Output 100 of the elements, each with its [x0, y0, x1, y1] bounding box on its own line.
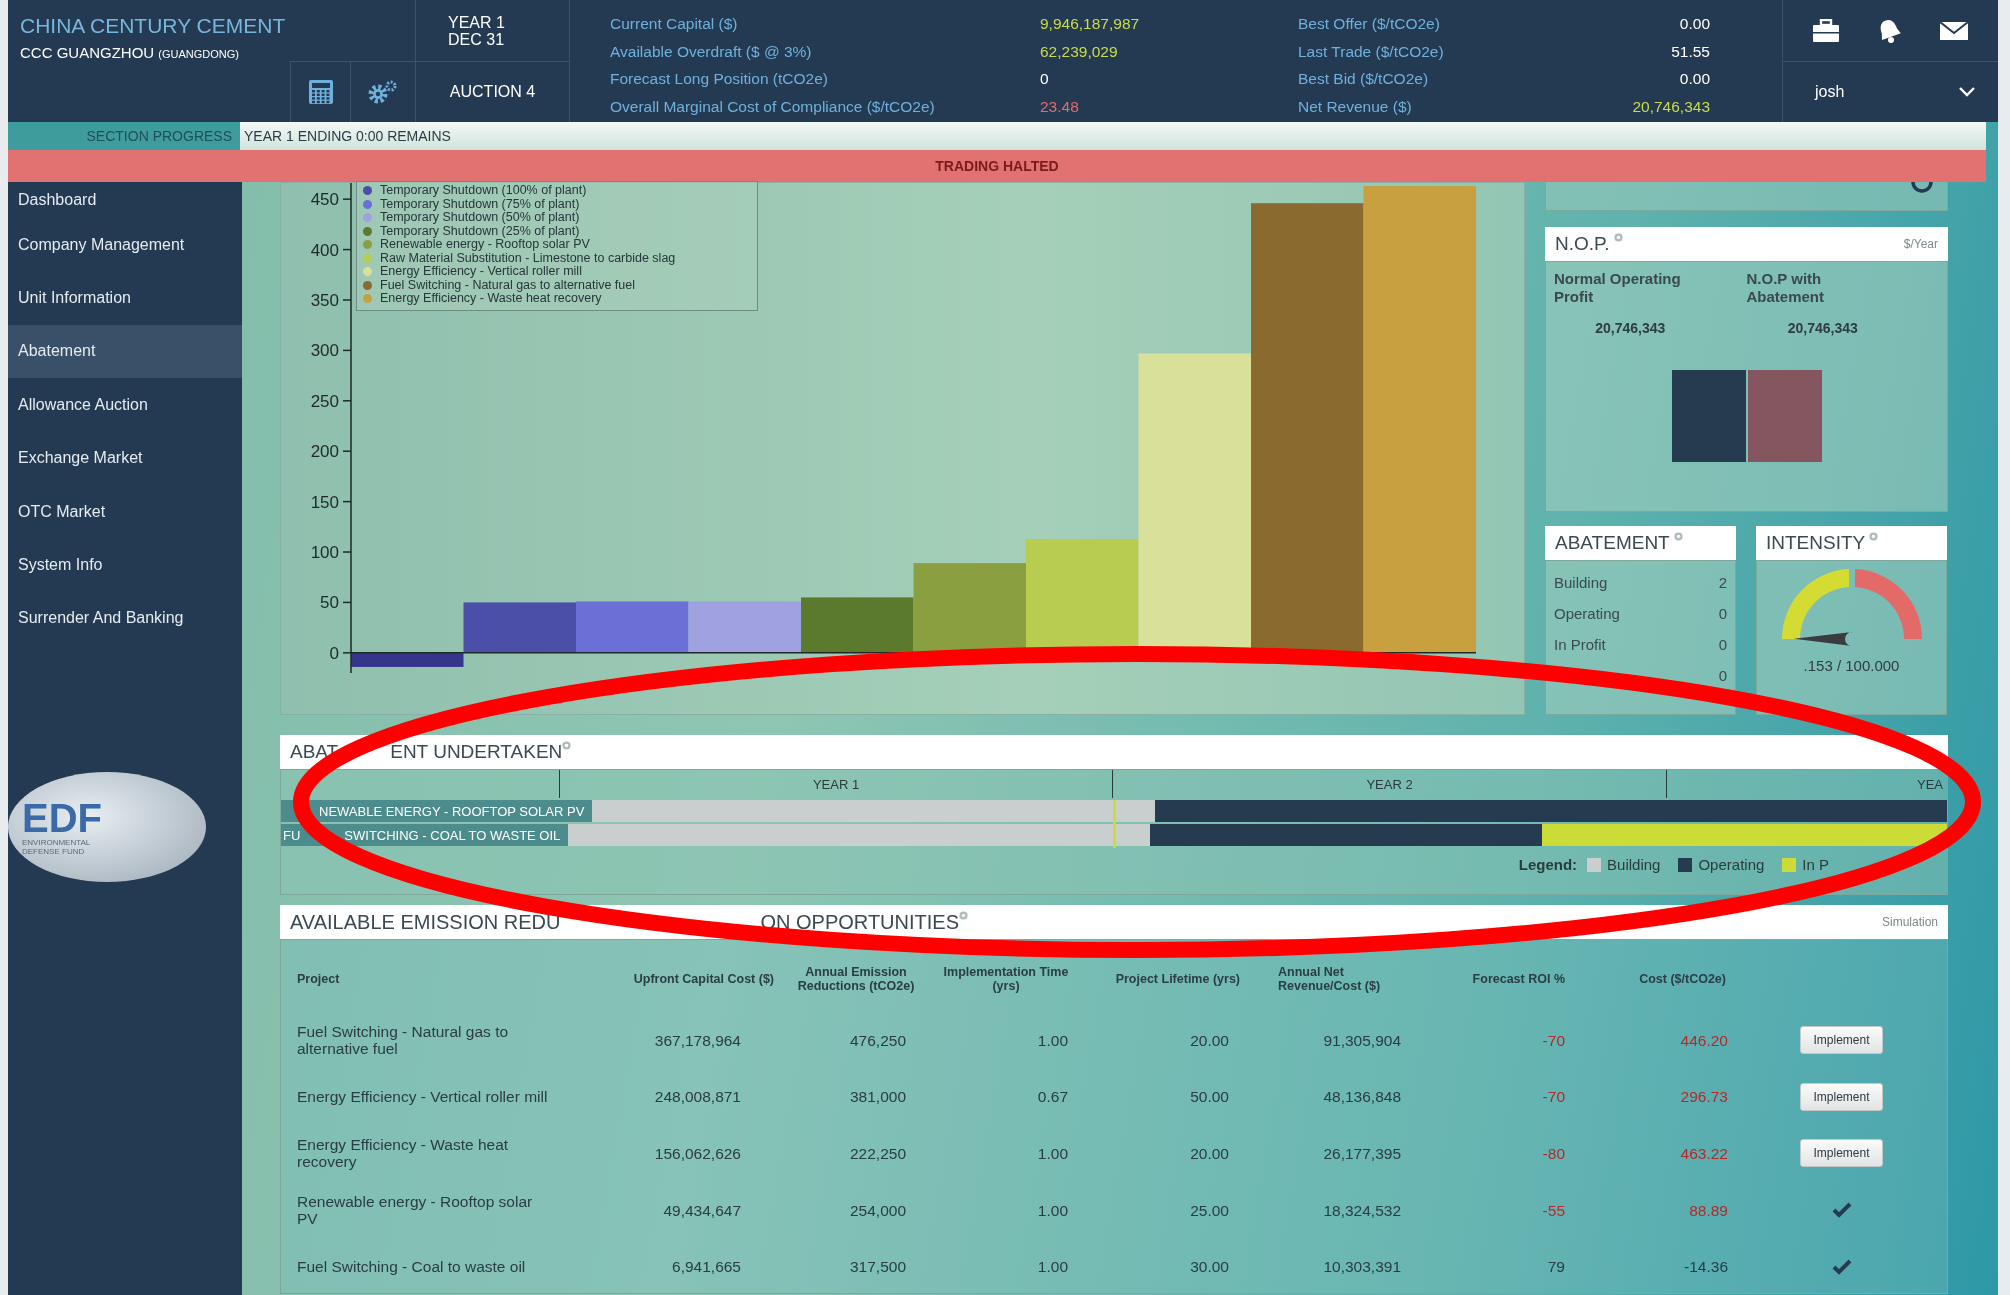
- logo-text: EDF: [22, 798, 103, 838]
- table-cell: 367,178,964: [654, 1031, 741, 1049]
- table-cell: 1.00: [1037, 1031, 1068, 1049]
- table-cell: 381,000: [849, 1088, 906, 1106]
- stat-value: 51.55: [1671, 41, 1710, 62]
- legend-label: Energy Efficiency - Vertical roller mill: [380, 265, 582, 279]
- axis-tick-label: 350: [310, 291, 339, 310]
- implement-button[interactable]: Implement: [1800, 1139, 1883, 1168]
- current-time-marker: [1113, 800, 1116, 848]
- stat-label: Net Revenue ($): [1298, 96, 1412, 117]
- table-cell: 20.00: [1190, 1145, 1229, 1162]
- table-cell: -70: [1542, 1031, 1565, 1049]
- table-cell: 317,500: [849, 1258, 906, 1276]
- status-label: Building: [1554, 574, 1608, 591]
- table-cell: Fuel Switching - Coal to waste oil: [297, 1258, 526, 1276]
- column-header: Forecast ROI %: [1472, 972, 1565, 986]
- table-cell-text: Energy Efficiency - Waste heat recovery: [297, 1136, 510, 1171]
- legend-label: Raw Material Substitution - Limestone to carbide slag: [380, 251, 676, 265]
- label-fragment: NEWABLE ENERGY - ROOFTOP SOLAR PV: [319, 803, 585, 819]
- info-icon: [959, 911, 968, 920]
- sidebar-item[interactable]: System Info: [8, 538, 242, 592]
- table-cell: 50.00: [1190, 1088, 1229, 1106]
- sidebar-item[interactable]: Unit Information: [8, 271, 242, 325]
- unit-label: $/Year: [1903, 236, 1938, 251]
- date-label: DEC 31: [448, 31, 505, 48]
- mail-icon[interactable]: [1939, 19, 1970, 42]
- axis-tick-label: 150: [310, 492, 339, 512]
- sidebar-item[interactable]: Allowance Auction: [8, 378, 242, 432]
- table-cell: Energy Efficiency - Vertical roller mill: [297, 1088, 548, 1106]
- sidebar-item[interactable]: Surrender And Banking: [8, 591, 242, 646]
- stat-value: 62,239,029: [1040, 41, 1119, 62]
- column-header: Project: [297, 972, 340, 986]
- column-header: Implementation Time (yrs): [942, 965, 1070, 993]
- table-cell: 1.00: [1037, 1258, 1068, 1276]
- section-progress-label: SECTION PROGRESS: [8, 122, 240, 150]
- ring-icon: [1911, 182, 1933, 196]
- stat-value: 20,746,343: [1632, 96, 1710, 117]
- column-header: Cost ($/tCO2e): [1639, 972, 1726, 986]
- axis-tick-label: 300: [310, 341, 339, 361]
- info-icon: [1613, 232, 1623, 242]
- table-cell: 156,062,626: [654, 1145, 741, 1162]
- profit-value: 20,746,343: [1594, 319, 1667, 336]
- mode-label: Simulation: [1881, 915, 1938, 929]
- status-label: Operating: [1554, 605, 1620, 622]
- site-name: CCC GUANGZHOU (GUANGDONG): [20, 44, 240, 61]
- legend-label: Temporary Shutdown (75% of plant): [380, 197, 580, 211]
- briefcase-icon[interactable]: [1811, 18, 1840, 43]
- table-cell: 222,250: [849, 1145, 906, 1162]
- sidebar-item[interactable]: Dashboard: [8, 182, 242, 218]
- table-cell: 48,136,848: [1323, 1088, 1401, 1106]
- year-heading: YEAR 1: [812, 776, 860, 792]
- sidebar-item[interactable]: Company Management: [8, 218, 242, 272]
- table-cell: 91,305,904: [1323, 1031, 1401, 1049]
- table-cell: 248,008,871: [654, 1088, 741, 1106]
- table-cell: -55: [1542, 1201, 1565, 1219]
- legend-label: Energy Efficiency - Waste heat recovery: [380, 292, 602, 306]
- legend-label: Building: [1607, 856, 1661, 873]
- implement-button[interactable]: Implement: [1800, 1026, 1883, 1055]
- table-cell: 30.00: [1190, 1258, 1229, 1276]
- calculator-icon[interactable]: [307, 79, 334, 105]
- info-icon: [1673, 532, 1683, 541]
- table-cell: 463.22: [1680, 1145, 1728, 1162]
- sidebar-item[interactable]: Abatement: [8, 324, 242, 379]
- sidebar-item[interactable]: OTC Market: [8, 484, 242, 539]
- stat-value: 23.48: [1040, 96, 1080, 117]
- legend-swatch: [1678, 857, 1693, 872]
- chevron-down-icon[interactable]: [1958, 86, 1976, 98]
- status-count: 0: [1718, 667, 1727, 684]
- legend-label: Temporary Shutdown (50% of plant): [380, 211, 580, 225]
- panel-title: ABATEMENT: [1555, 532, 1670, 554]
- label-fragment: SWITCHING - COAL TO WASTE OIL: [344, 827, 561, 843]
- stat-label: Best Offer ($/tCO2e): [1298, 14, 1440, 34]
- year-heading: YEAR 2: [1366, 776, 1413, 792]
- user-name[interactable]: josh: [1815, 83, 1845, 101]
- legend-label: In P: [1802, 856, 1829, 873]
- axis-tick-label: 0: [329, 643, 339, 663]
- legend-label: Temporary Shutdown (100% of plant): [380, 184, 587, 198]
- status-count: 2: [1718, 574, 1727, 591]
- legend-label: Operating: [1698, 856, 1765, 873]
- column-header: Upfront Capital Cost ($): [633, 972, 774, 986]
- label-fragment: FU: [283, 827, 301, 843]
- table-cell: 88.89: [1689, 1201, 1728, 1219]
- panel-title: AVAILABLE EMISSION REDU: [290, 910, 561, 934]
- status-count: 0: [1718, 605, 1727, 622]
- logo-caption: ENVIRONMENTAL DEFENSE FUND: [22, 838, 91, 856]
- stat-label: Overall Marginal Cost of Compliance ($/tCO2e): [610, 96, 936, 117]
- table-cell: 446.20: [1680, 1031, 1728, 1049]
- table-cell: 1.00: [1037, 1145, 1068, 1162]
- axis-tick-label: 200: [310, 442, 339, 462]
- company-name: CHINA CENTURY CEMENT: [20, 14, 287, 38]
- info-icon: [1869, 532, 1879, 541]
- implement-button[interactable]: Implement: [1800, 1082, 1883, 1111]
- stat-label: Current Capital ($): [610, 14, 739, 34]
- stat-label: Best Bid ($/tCO2e): [1298, 69, 1429, 89]
- legend-label: Renewable energy - Rooftop solar PV: [380, 238, 590, 252]
- sidebar-item[interactable]: Exchange Market: [8, 431, 242, 485]
- axis-tick-label: 400: [310, 240, 339, 260]
- stat-label: Available Overdraft ($ @ 3%): [610, 41, 813, 62]
- legend-label: Fuel Switching - Natural gas to alternative fuel: [380, 278, 635, 292]
- year-label: YEAR 1: [448, 14, 505, 31]
